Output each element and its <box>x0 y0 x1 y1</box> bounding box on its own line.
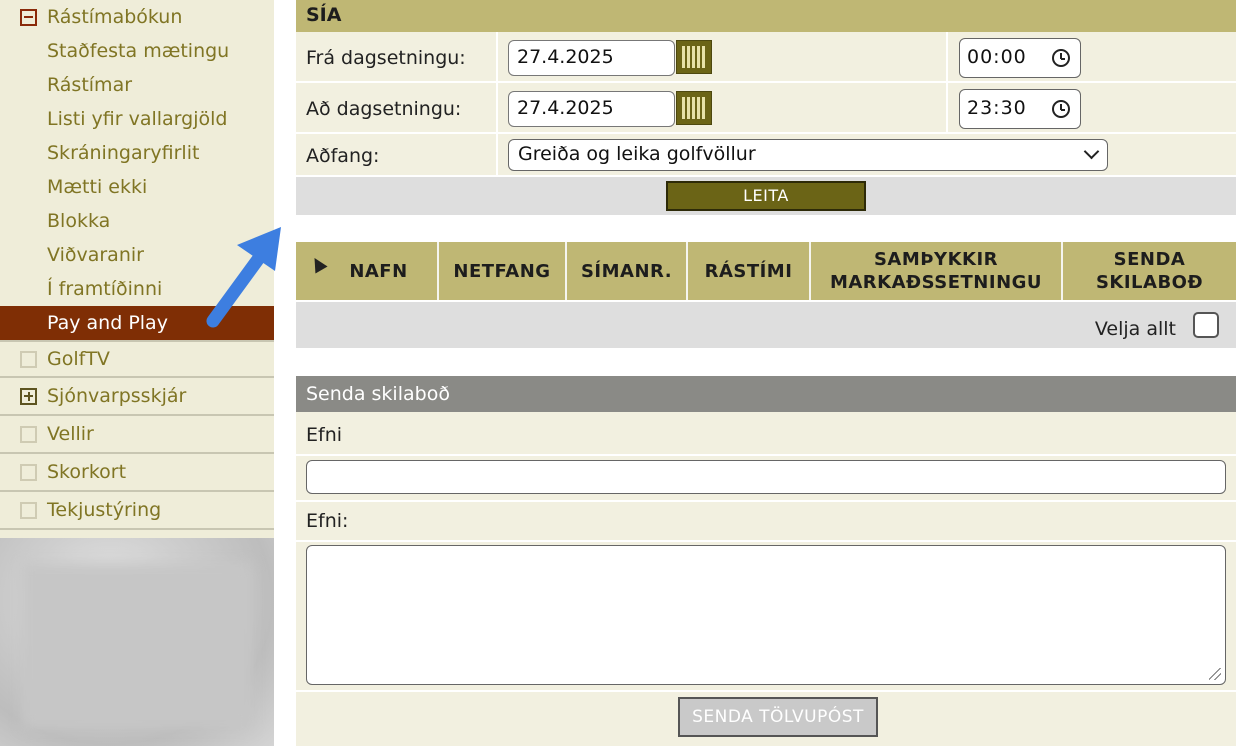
sidebar-item-label: Sjónvarpsskjár <box>47 385 187 407</box>
to-time-input[interactable]: 23:30 <box>959 89 1081 129</box>
sidebar-item-pay-and-play[interactable]: Pay and Play <box>0 306 274 340</box>
filter-row-to: Að dagsetningu: 27.4.2025 23:30 <box>296 83 1236 134</box>
sidebar-item-i-framtidinni[interactable]: Í framtíðinni <box>0 272 274 306</box>
sidebar-blurred-image <box>0 538 274 746</box>
collapse-icon[interactable] <box>20 8 37 26</box>
calendar-icon <box>682 46 706 68</box>
resource-select[interactable]: Greiða og leika golfvöllur <box>508 139 1108 171</box>
sidebar-item-vidvaranir[interactable]: Viðvaranir <box>0 238 274 272</box>
column-header-netfang[interactable]: NETFANG <box>439 242 567 300</box>
sidebar-item-label: Tekjustýring <box>47 499 162 521</box>
from-date-label: Frá dagsetningu: <box>306 47 466 69</box>
message-section: Efni Efni: <box>296 412 1236 746</box>
sidebar-item-rastimar[interactable]: Rástímar <box>0 68 274 102</box>
message-section-title: Senda skilaboð <box>296 376 1236 412</box>
calendar-icon <box>682 97 706 119</box>
sidebar-item-skorkort[interactable]: Skorkort <box>0 454 274 492</box>
empty-square-icon <box>20 350 37 368</box>
from-calendar-button[interactable] <box>676 40 712 74</box>
from-date-input[interactable]: 27.4.2025 <box>508 40 675 76</box>
send-email-button[interactable]: SENDA TÖLVUPÓST <box>678 697 878 737</box>
sidebar-item-golftv[interactable]: GolfTV <box>0 340 274 378</box>
body-textarea[interactable] <box>306 545 1226 685</box>
results-table-header: NAFN NETFANG SÍMANR. RÁSTÍMI SAMÞYKKIR M… <box>296 242 1236 300</box>
sidebar-item-sjonvarpsskjar[interactable]: Sjónvarpsskjár <box>0 378 274 416</box>
sidebar-item-vellir[interactable]: Vellir <box>0 416 274 454</box>
sidebar-item-label: GolfTV <box>47 348 110 370</box>
select-all-checkbox[interactable] <box>1193 312 1219 338</box>
empty-square-icon <box>20 501 37 519</box>
sidebar-item-vallargjold[interactable]: Listi yfir vallargjöld <box>0 102 274 136</box>
column-header-senda-skilabod[interactable]: SENDA SKILABOÐ <box>1063 242 1236 300</box>
filter-row-from: Frá dagsetningu: 27.4.2025 00:00 <box>296 32 1236 83</box>
sidebar-item-blokka[interactable]: Blokka <box>0 204 274 238</box>
select-all-row: Velja allt <box>296 302 1236 348</box>
search-row: LEITA <box>296 177 1236 215</box>
column-header-samthykkir[interactable]: SAMÞYKKIR MARKAÐSSETNINGU <box>811 242 1063 300</box>
sidebar-item-rastimabokun[interactable]: Rástímabókun <box>0 0 274 34</box>
subject-label: Efni <box>306 424 343 446</box>
blurred-photo <box>22 563 252 728</box>
column-header-simanr[interactable]: SÍMANR. <box>567 242 688 300</box>
to-date-label: Að dagsetningu: <box>306 98 462 120</box>
sidebar-item-stadfesta-maetingu[interactable]: Staðfesta mætingu <box>0 34 274 68</box>
to-date-input[interactable]: 27.4.2025 <box>508 91 675 127</box>
clock-icon <box>1052 49 1070 67</box>
to-time-value: 23:30 <box>967 97 1027 119</box>
column-header-rastimi[interactable]: RÁSTÍMI <box>688 242 811 300</box>
from-time-input[interactable]: 00:00 <box>959 38 1081 78</box>
sidebar-item-tekjustyring[interactable]: Tekjustýring <box>0 492 274 530</box>
chevron-down-icon <box>1083 143 1100 160</box>
resource-selected-value: Greiða og leika golfvöllur <box>518 143 756 165</box>
filter-row-resource: Aðfang: Greiða og leika golfvöllur <box>296 134 1236 177</box>
sidebar-item-label: Skorkort <box>47 461 127 483</box>
from-time-value: 00:00 <box>967 46 1027 68</box>
to-calendar-button[interactable] <box>676 91 712 125</box>
empty-square-icon <box>20 463 37 481</box>
empty-square-icon <box>20 425 37 443</box>
resource-label: Aðfang: <box>306 145 380 167</box>
sidebar-item-label: Vellir <box>47 423 94 445</box>
sidebar-item-label: Rástímabókun <box>47 6 183 28</box>
sidebar-item-skraningaryfirlit[interactable]: Skráningaryfirlit <box>0 136 274 170</box>
subject-input[interactable] <box>306 460 1226 494</box>
expand-icon[interactable] <box>20 387 37 405</box>
clock-icon <box>1052 100 1070 118</box>
sidebar-item-maetti-ekki[interactable]: Mætti ekki <box>0 170 274 204</box>
body-label: Efni: <box>306 510 349 532</box>
sidebar: Rástímabókun Staðfesta mætingu Rástímar … <box>0 0 274 746</box>
filter-title: SÍA <box>296 0 1236 32</box>
main-content: SÍA Frá dagsetningu: 27.4.2025 00:00 Að … <box>296 0 1236 746</box>
search-button[interactable]: LEITA <box>666 181 866 211</box>
select-all-label: Velja allt <box>1094 318 1176 340</box>
resize-handle-icon[interactable] <box>1209 668 1221 680</box>
